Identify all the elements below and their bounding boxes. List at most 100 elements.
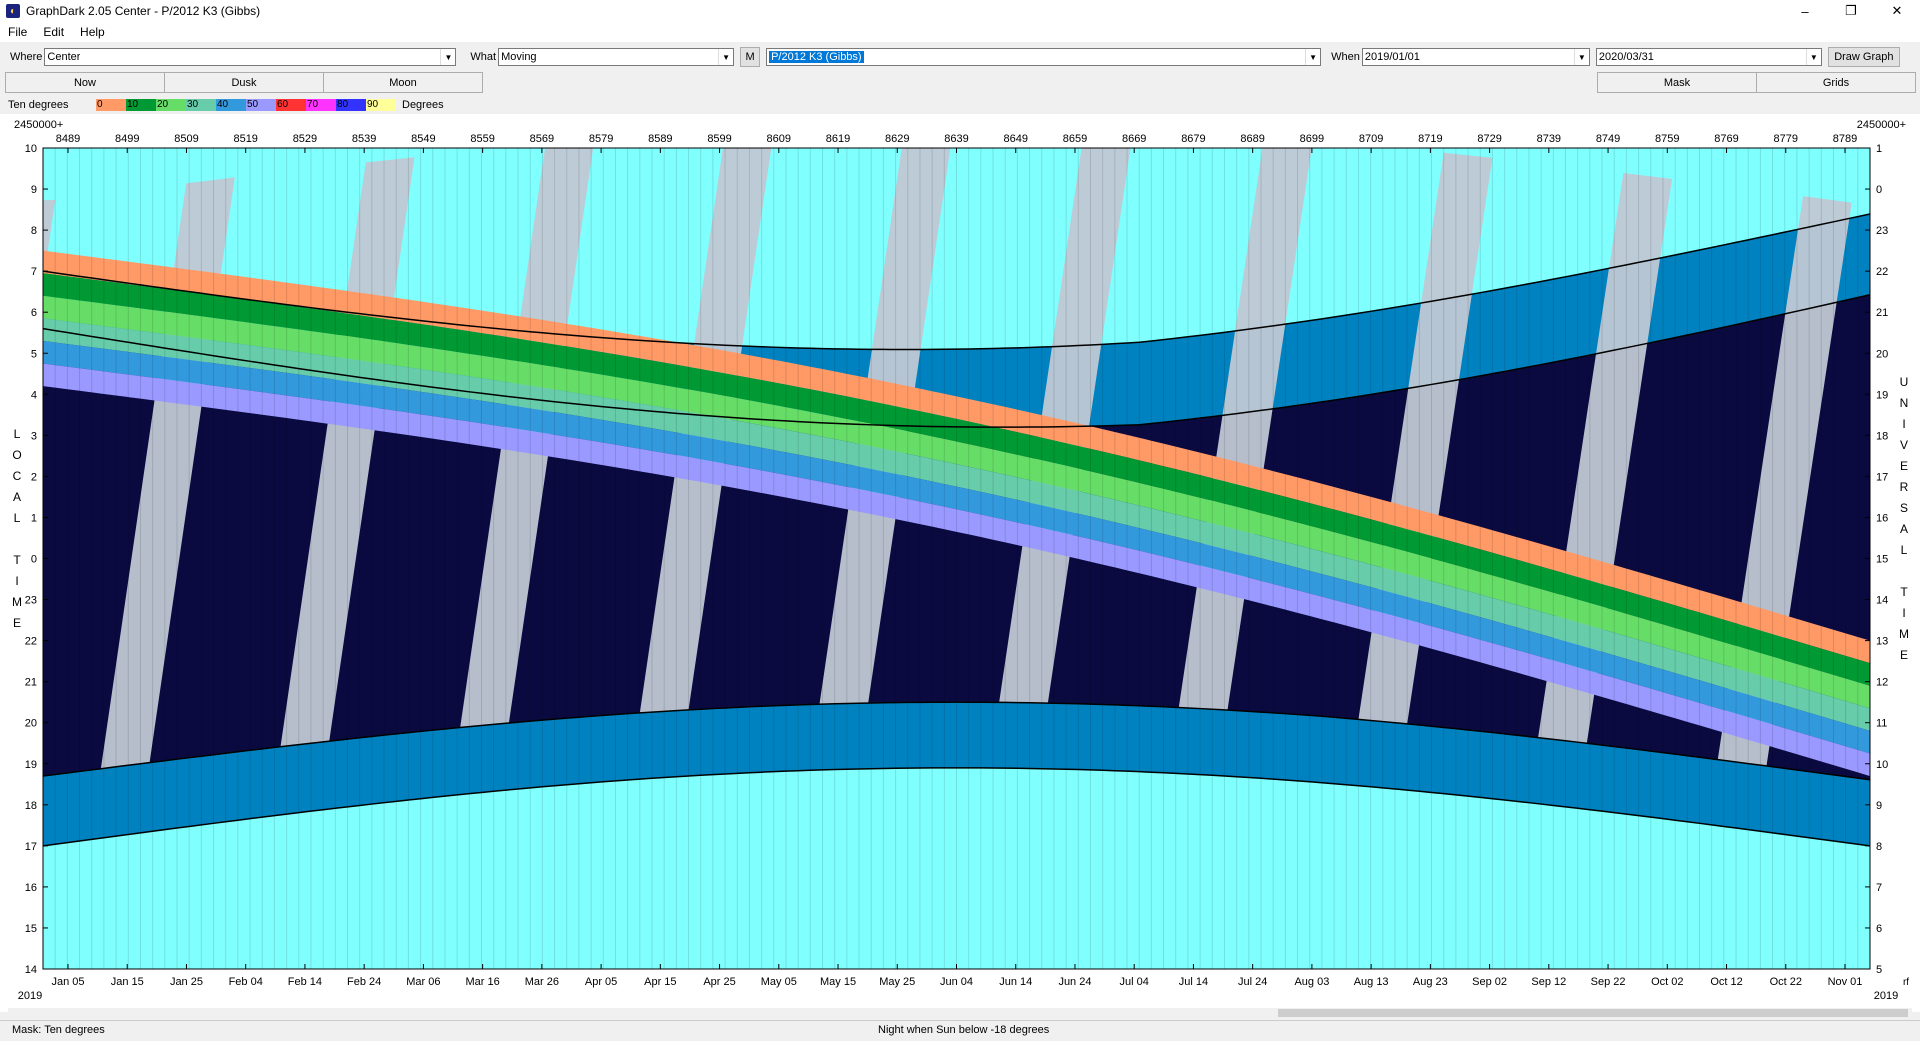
what-label: What [470, 51, 497, 63]
julian-tick-label: 8579 [589, 133, 613, 145]
tab-grids[interactable]: Grids [1756, 72, 1916, 93]
year-left-label: 2019 [18, 990, 42, 1002]
local-time-tick-label: 20 [25, 718, 37, 730]
universal-time-tick-label: 10 [1876, 759, 1888, 771]
local-time-tick-label: 3 [31, 430, 37, 442]
julian-tick-label: 8709 [1359, 133, 1383, 145]
local-time-tick-label: 23 [25, 595, 37, 607]
date-tick-label: May 15 [820, 976, 856, 988]
date-tick-label: Nov 01 [1828, 976, 1863, 988]
close-button[interactable]: ✕ [1874, 0, 1920, 22]
local-time-tick-label: 9 [31, 184, 37, 196]
date-tick-label: Apr 05 [585, 976, 617, 988]
menu-help[interactable]: Help [72, 25, 113, 39]
visibility-graph[interactable]: 2450000+ 2450000+8489 8499 8509 8519 8529 8539… [0, 114, 1920, 1012]
chevron-down-icon[interactable]: ▼ [1805, 49, 1821, 65]
tab-now[interactable]: Now [5, 72, 165, 93]
julian-tick-label: 8529 [293, 133, 317, 145]
local-time-tick-label: 10 [25, 143, 37, 155]
chevron-down-icon[interactable]: ▼ [440, 49, 455, 65]
local-time-tick-label: 21 [25, 677, 37, 689]
julian-tick-label: 8499 [115, 133, 139, 145]
horizontal-scrollbar[interactable] [8, 1008, 1912, 1018]
universal-time-tick-label: 13 [1876, 636, 1888, 648]
graph-area[interactable]: 2450000+ 2450000+ 8489 8499 8509 8519 8529 8539… [0, 114, 1920, 1012]
menu-file[interactable]: File [0, 25, 35, 39]
date-tick-label: Oct 22 [1770, 976, 1802, 988]
local-time-axis-letter: O [12, 448, 21, 462]
local-time-axis-letter: I [15, 574, 18, 588]
universal-time-axis-letter: T [1900, 585, 1908, 599]
universal-time-tick-label: 18 [1876, 430, 1888, 442]
universal-time-axis-letter: M [1899, 627, 1909, 641]
local-time-tick-label: 19 [25, 759, 37, 771]
chevron-down-icon[interactable]: ▼ [1573, 49, 1589, 65]
date-tick-label: Feb 04 [229, 976, 263, 988]
local-time-tick-label: 5 [31, 348, 37, 360]
date-tick-label: Aug 13 [1354, 976, 1389, 988]
tab-dusk[interactable]: Dusk [164, 72, 324, 93]
julian-tick-label: 8679 [1181, 133, 1205, 145]
what-select[interactable]: Moving ▼ [498, 48, 735, 66]
julian-tick-label: 8559 [470, 133, 494, 145]
corner-label: rf [1903, 977, 1909, 988]
date-tick-label: Mar 26 [525, 976, 559, 988]
top-axis-prefix: 2450000+ [14, 119, 63, 131]
when-end-select[interactable]: 2020/03/31 ▼ [1595, 48, 1822, 66]
julian-tick-label: 8769 [1714, 133, 1738, 145]
where-value: Center [47, 51, 81, 63]
universal-time-tick-label: 6 [1876, 923, 1882, 935]
tab-mask[interactable]: Mask [1597, 72, 1757, 93]
julian-tick-label: 8699 [1300, 133, 1324, 145]
julian-tick-label: 8729 [1477, 133, 1501, 145]
universal-time-tick-label: 0 [1876, 184, 1882, 196]
date-tick-label: Sep 22 [1591, 976, 1626, 988]
universal-time-tick-label: 9 [1876, 800, 1882, 812]
universal-time-tick-label: 19 [1876, 389, 1888, 401]
draw-graph-button[interactable]: Draw Graph [1827, 47, 1900, 67]
object-select[interactable]: P/2012 K3 (Gibbs) ▼ [766, 48, 1322, 66]
julian-tick-label: 8509 [174, 133, 198, 145]
date-tick-label: Jan 15 [111, 976, 144, 988]
local-time-axis-letter: A [13, 490, 21, 504]
menu-edit[interactable]: Edit [35, 25, 72, 39]
universal-time-tick-label: 8 [1876, 841, 1882, 853]
local-time-tick-label: 0 [31, 554, 37, 566]
legend-swatch-20: 20 [156, 99, 186, 111]
universal-time-axis-letter: I [1902, 417, 1905, 431]
universal-time-tick-label: 14 [1876, 595, 1888, 607]
julian-tick-label: 8759 [1655, 133, 1679, 145]
scrollbar-thumb[interactable] [1278, 1009, 1908, 1017]
when-label: When [1331, 51, 1360, 63]
julian-tick-label: 8489 [56, 133, 80, 145]
tab-moon[interactable]: Moon [323, 72, 483, 93]
julian-tick-label: 8539 [352, 133, 376, 145]
when-end-value: 2020/03/31 [1598, 51, 1654, 63]
julian-tick-label: 8639 [944, 133, 968, 145]
app-logo-icon: ◐ [6, 4, 20, 18]
local-time-tick-label: 18 [25, 800, 37, 812]
chevron-down-icon[interactable]: ▼ [718, 49, 733, 65]
universal-time-tick-label: 16 [1876, 512, 1888, 524]
julian-tick-label: 8669 [1122, 133, 1146, 145]
minimize-button[interactable]: – [1782, 0, 1828, 22]
date-tick-label: May 25 [879, 976, 915, 988]
universal-time-tick-label: 5 [1876, 964, 1882, 976]
julian-tick-label: 8649 [1003, 133, 1027, 145]
where-select[interactable]: Center ▼ [44, 48, 457, 66]
legend-swatch-40: 40 [216, 99, 246, 111]
title-bar: ◐ GraphDark 2.05 Center - P/2012 K3 (Gib… [0, 0, 1920, 22]
restore-button[interactable]: ❐ [1828, 0, 1874, 22]
object-value: P/2012 K3 (Gibbs) [769, 51, 864, 63]
universal-time-tick-label: 1 [1876, 143, 1882, 155]
date-tick-label: Apr 15 [644, 976, 676, 988]
date-tick-label: Mar 06 [406, 976, 440, 988]
chevron-down-icon[interactable]: ▼ [1305, 49, 1320, 65]
when-start-select[interactable]: 2019/01/01 ▼ [1361, 48, 1590, 66]
julian-tick-label: 8519 [233, 133, 257, 145]
m-button[interactable]: M [740, 47, 761, 67]
julian-tick-label: 8619 [826, 133, 850, 145]
julian-tick-label: 8789 [1833, 133, 1857, 145]
local-time-axis-letter: C [13, 469, 22, 483]
date-tick-label: Feb 14 [288, 976, 322, 988]
